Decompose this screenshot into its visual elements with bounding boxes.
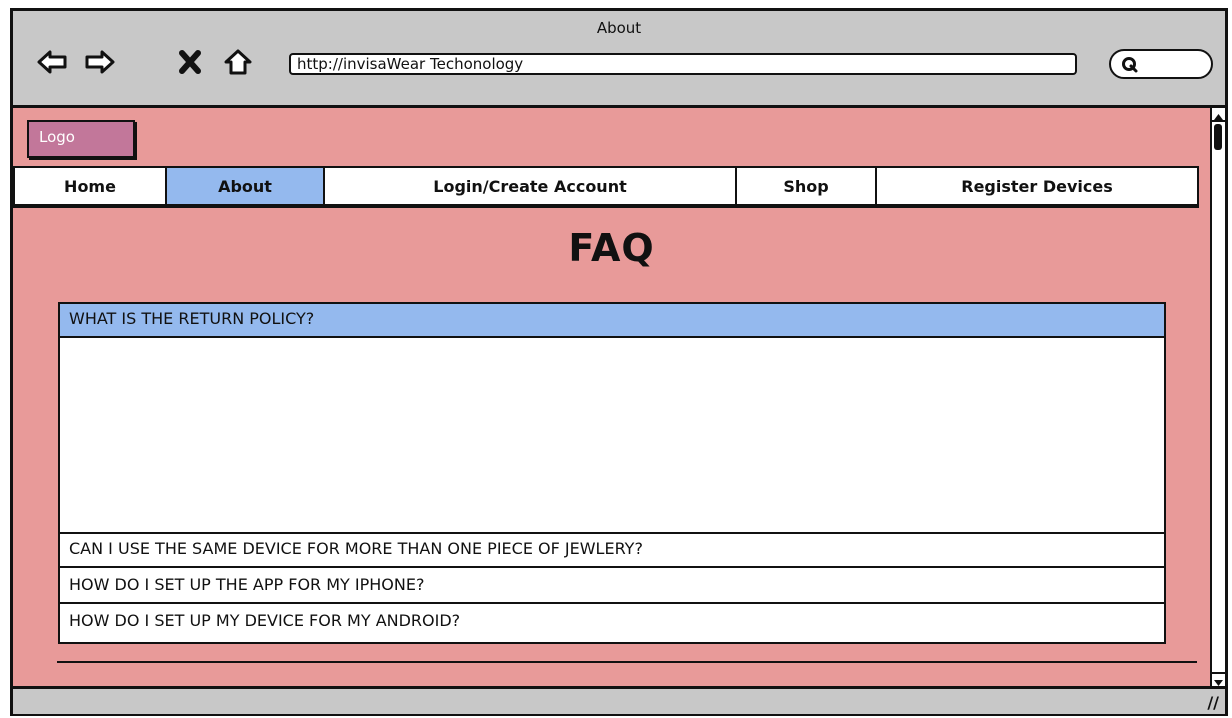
scroll-up-icon[interactable] xyxy=(1212,108,1225,122)
browser-toolbar: About http://invisaWear Techonology xyxy=(13,11,1225,108)
status-bar: // xyxy=(13,686,1225,714)
scroll-down-icon[interactable] xyxy=(1212,672,1225,686)
divider xyxy=(57,661,1197,663)
left-arrow-icon xyxy=(37,50,67,74)
faq-answer-panel xyxy=(60,338,1164,534)
nav-item-register-devices[interactable]: Register Devices xyxy=(877,168,1197,204)
right-arrow-icon xyxy=(85,50,115,74)
logo[interactable]: Logo xyxy=(27,120,135,158)
faq-question-return-policy[interactable]: WHAT IS THE RETURN POLICY? xyxy=(60,304,1164,338)
stop-button[interactable] xyxy=(173,45,207,79)
main-nav: Home About Login/Create Account Shop Reg… xyxy=(13,166,1199,206)
page-title: FAQ xyxy=(568,226,655,270)
resize-grip-icon[interactable]: // xyxy=(1207,693,1219,712)
nav-item-login[interactable]: Login/Create Account xyxy=(325,168,737,204)
back-button[interactable] xyxy=(35,45,69,79)
faq-question-iphone-setup[interactable]: HOW DO I SET UP THE APP FOR MY IPHONE? xyxy=(60,570,1164,604)
close-icon xyxy=(179,50,201,74)
search-box[interactable] xyxy=(1109,49,1213,79)
browser-window: About http://invisaWear Techonology Logo… xyxy=(10,8,1228,716)
window-title: About xyxy=(596,19,642,37)
nav-item-shop[interactable]: Shop xyxy=(737,168,877,204)
nav-item-about[interactable]: About xyxy=(167,168,325,204)
faq-question-android-setup[interactable]: HOW DO I SET UP MY DEVICE FOR MY ANDROID… xyxy=(60,606,1164,640)
home-icon xyxy=(224,49,252,75)
home-button[interactable] xyxy=(221,45,255,79)
search-icon xyxy=(1122,57,1138,73)
scroll-thumb[interactable] xyxy=(1214,124,1222,150)
address-bar[interactable]: http://invisaWear Techonology xyxy=(289,53,1077,75)
faq-accordion: WHAT IS THE RETURN POLICY? CAN I USE THE… xyxy=(58,302,1166,644)
forward-button[interactable] xyxy=(83,45,117,79)
faq-question-same-device[interactable]: CAN I USE THE SAME DEVICE FOR MORE THAN … xyxy=(60,534,1164,568)
nav-item-home[interactable]: Home xyxy=(15,168,167,204)
vertical-scrollbar[interactable] xyxy=(1210,108,1225,686)
page-viewport: Logo Home About Login/Create Account Sho… xyxy=(13,108,1210,686)
